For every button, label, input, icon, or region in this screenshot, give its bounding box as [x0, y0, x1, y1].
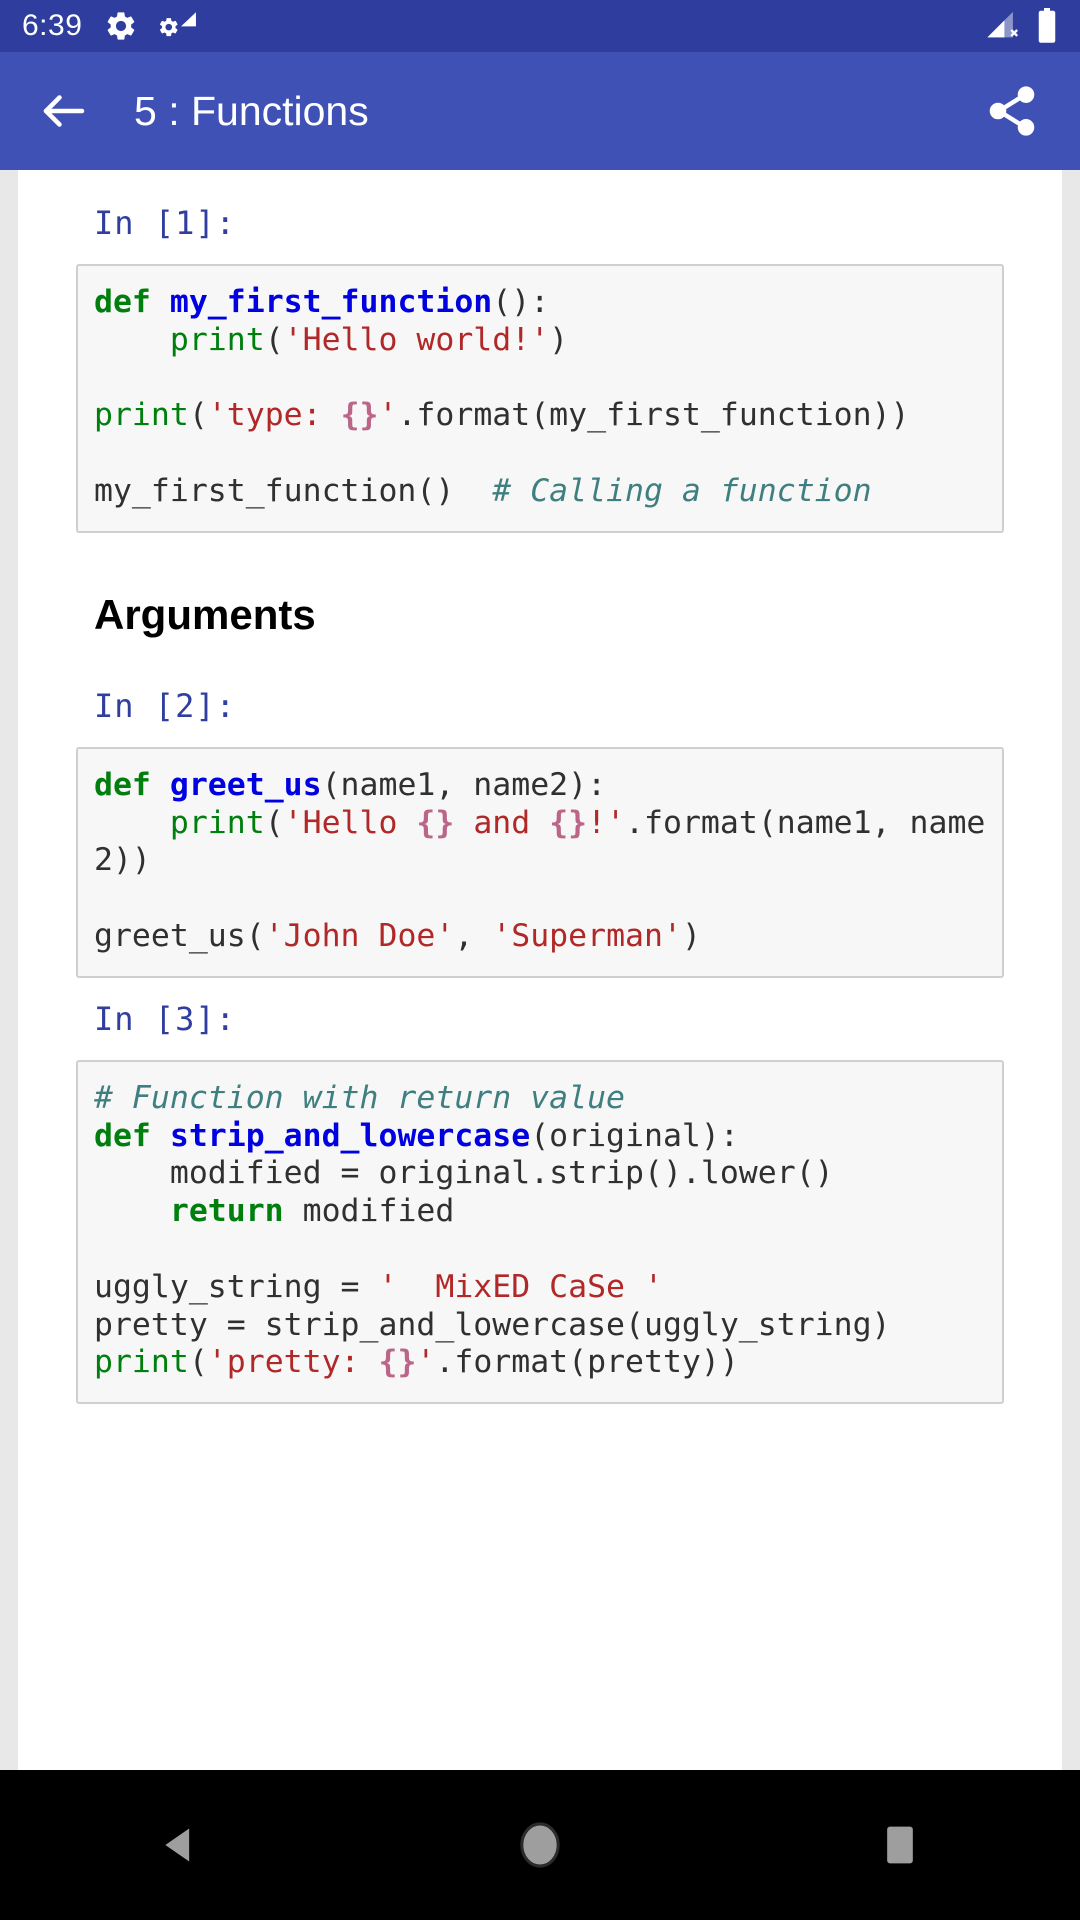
cell-spacer [76, 978, 1004, 1000]
code-source-1: def my_first_function(): print('Hello wo… [94, 284, 910, 509]
markdown-heading-arguments: Arguments [94, 590, 316, 638]
nav-recents-button[interactable] [825, 1770, 975, 1920]
cell-prompt-2: In [2]: [94, 686, 236, 725]
home-circle-icon [517, 1820, 563, 1870]
battery-full-icon [1036, 8, 1058, 44]
code-source-3: # Function with return value def strip_a… [94, 1079, 891, 1381]
back-button[interactable] [26, 73, 102, 149]
page-title: 5 : Functions [134, 87, 369, 134]
nav-home-button[interactable] [465, 1770, 615, 1920]
share-button[interactable] [974, 73, 1050, 149]
signal-no-sim-icon [984, 9, 1022, 43]
code-cell-3[interactable]: # Function with return value def strip_a… [76, 1059, 1004, 1405]
status-bar: 6:39 [0, 0, 1080, 52]
app-bar: 5 : Functions [0, 52, 1080, 170]
code-cell-2[interactable]: def greet_us(name1, name2): print('Hello… [76, 746, 1004, 978]
status-bar-right [984, 8, 1058, 44]
cell-prompt-1: In [1]: [94, 204, 236, 242]
android-navigation-bar [0, 1770, 1080, 1920]
notebook-scroll-area[interactable]: In [1]: def my_first_function(): print('… [0, 170, 1080, 1770]
status-bar-left: 6:39 [22, 9, 984, 43]
gear-wifi-icon [160, 9, 198, 43]
gear-icon [104, 9, 138, 43]
recents-square-icon [881, 1823, 919, 1867]
notebook-cells: In [1]: def my_first_function(): print('… [18, 170, 1062, 1405]
code-cell-1[interactable]: def my_first_function(): print('Hello wo… [76, 264, 1004, 533]
code-source-2: def greet_us(name1, name2): print('Hello… [94, 766, 986, 954]
notebook-page: In [1]: def my_first_function(): print('… [18, 170, 1062, 1770]
status-clock: 6:39 [22, 9, 83, 42]
nav-back-button[interactable] [105, 1770, 255, 1920]
cell-prompt-3: In [3]: [94, 999, 236, 1038]
back-triangle-icon [158, 1823, 202, 1867]
